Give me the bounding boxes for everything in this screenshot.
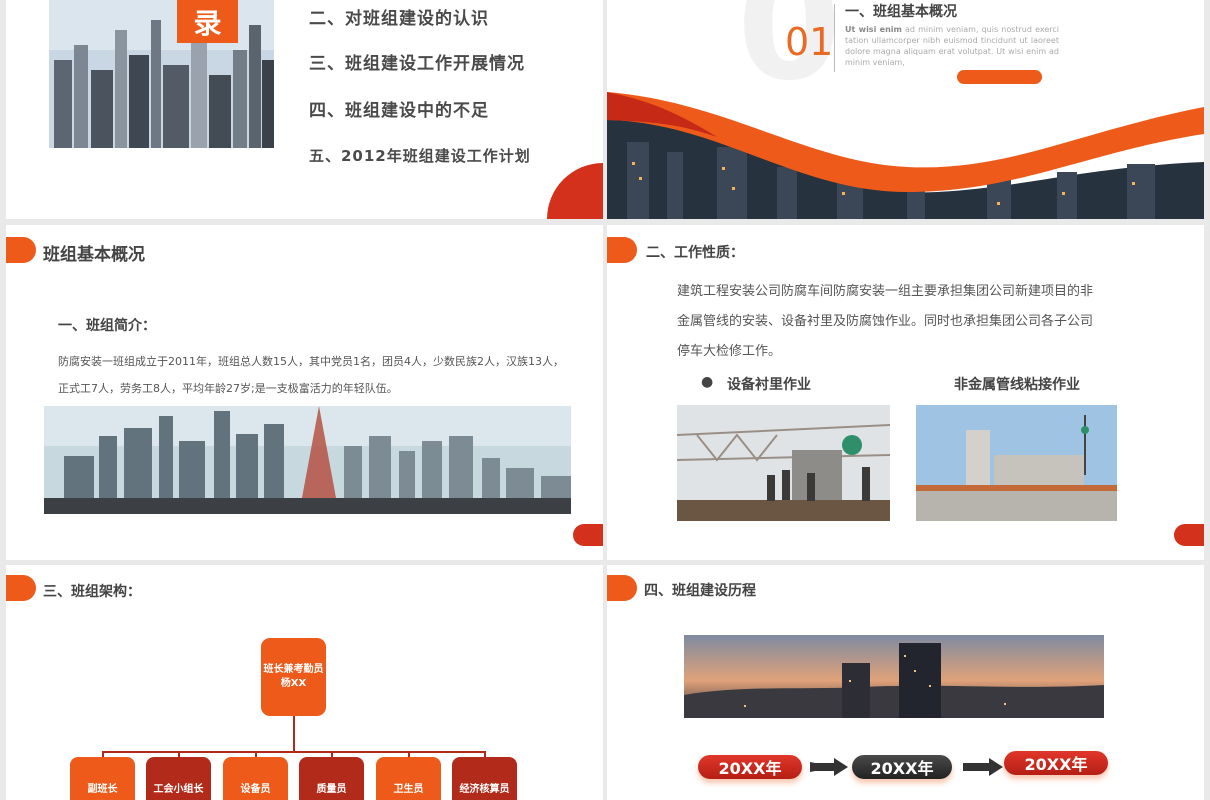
org-connector-horizontal [103, 751, 486, 753]
org-node-member[interactable]: 经济核算员 [452, 757, 517, 800]
toc-badge: 录 [177, 0, 238, 43]
section-tab [607, 575, 637, 601]
org-node-member[interactable]: 工会小组长 [146, 757, 211, 800]
arrow-right-icon [810, 758, 848, 776]
org-member-label: 工会小组长 [153, 784, 204, 795]
slide-overview[interactable]: 班组基本概况 一、班组简介： 防腐安装一班组成立于2011年，班组总人数15人，… [6, 225, 603, 560]
slide-toc[interactable]: 录 二、对班组建设的认识 三、班组建设工作开展情况 四、班组建设中的不足 五、2… [6, 0, 603, 219]
construction-photo-2 [916, 405, 1117, 521]
section-tab [607, 237, 637, 263]
org-node-member[interactable]: 质量员 [299, 757, 364, 800]
work-line-2: 金属管线的安装、设备衬里及防腐蚀作业。同时也承担集团公司各子公司 [677, 314, 1094, 329]
overview-line-2: 正式工7人，劳务工8人，平均年龄27岁;是一支极富活力的年轻队伍。 [58, 382, 398, 395]
work-item-2: 非金属管线粘接作业 [954, 377, 1080, 393]
skyline-photo [44, 406, 571, 514]
work-line-1: 建筑工程安装公司防腐车间防腐安装一组主要承担集团公司新建项目的非 [677, 284, 1094, 299]
org-title: 三、班组架构： [43, 584, 141, 600]
decor-corner-tab [1174, 524, 1204, 546]
org-node-member[interactable]: 设备员 [223, 757, 288, 800]
slide-chapter-cover[interactable]: 0 01 一、班组基本概况 Ut wisi enim ad minim veni… [607, 0, 1204, 219]
org-member-label: 卫生员 [393, 784, 424, 795]
section-tab [6, 237, 36, 263]
section-tab [6, 575, 36, 601]
chapter-number: 01 [785, 20, 834, 64]
timeline-year-1[interactable]: 20XX年 [698, 755, 802, 779]
slide-history[interactable]: 四、班组建设历程 20XX年 20XX年 20XX年 [607, 565, 1204, 800]
org-member-label: 经济核算员 [459, 784, 510, 795]
org-member-label: 副班长 [87, 784, 118, 795]
toc-item-4[interactable]: 四、班组建设中的不足 [309, 96, 489, 121]
city-photo [49, 0, 274, 148]
chapter-description: Ut wisi enim ad minim veniam, quis nostr… [845, 25, 1059, 67]
slide-org-chart[interactable]: 三、班组架构： 班长兼考勤员 杨XX 副班长 工会小组长 设备员 质量员 卫生员 经济核算… [6, 565, 603, 800]
work-bullet: ● [701, 374, 714, 390]
org-member-label: 设备员 [240, 784, 271, 795]
toc-item-2[interactable]: 二、对班组建设的认识 [309, 4, 489, 29]
org-node-leader[interactable]: 班长兼考勤员 杨XX [261, 638, 326, 716]
decor-red-quarter [547, 163, 603, 219]
toc-item-5[interactable]: 五、2012年班组建设工作计划 [309, 145, 531, 166]
timeline-year-2[interactable]: 20XX年 [852, 755, 952, 779]
night-city-wave-photo [607, 92, 1204, 219]
org-leader-name: 杨XX [280, 678, 307, 689]
work-item-1: 设备衬里作业 [727, 377, 811, 393]
org-connector-vertical [293, 716, 295, 751]
slide-work[interactable]: 二、工作性质： 建筑工程安装公司防腐车间防腐安装一组主要承担集团公司新建项目的非… [607, 225, 1204, 560]
org-node-member[interactable]: 卫生员 [376, 757, 441, 800]
chapter-pill-button[interactable] [957, 70, 1042, 84]
construction-photo-1 [677, 405, 890, 521]
toc-item-3[interactable]: 三、班组建设工作开展情况 [309, 49, 525, 74]
org-leader-role: 班长兼考勤员 [263, 664, 324, 675]
overview-line-1: 防腐安装一班组成立于2011年，班组总人数15人，其中党员1名，团员4人，少数民… [58, 355, 564, 368]
chapter-title: 一、班组基本概况 [845, 4, 957, 20]
arrow-right-icon [963, 758, 1003, 776]
history-title: 四、班组建设历程 [644, 583, 756, 599]
org-node-member[interactable]: 副班长 [70, 757, 135, 800]
timeline-year-3[interactable]: 20XX年 [1004, 751, 1108, 775]
overview-title: 班组基本概况 [43, 245, 145, 265]
decor-corner-tab [573, 524, 603, 546]
sunset-city-photo [684, 635, 1104, 718]
work-line-3: 停车大检修工作。 [677, 344, 782, 359]
org-member-label: 质量员 [316, 784, 347, 795]
overview-subtitle: 一、班组简介： [58, 318, 156, 334]
divider-line [834, 4, 835, 72]
work-title: 二、工作性质： [646, 245, 744, 261]
